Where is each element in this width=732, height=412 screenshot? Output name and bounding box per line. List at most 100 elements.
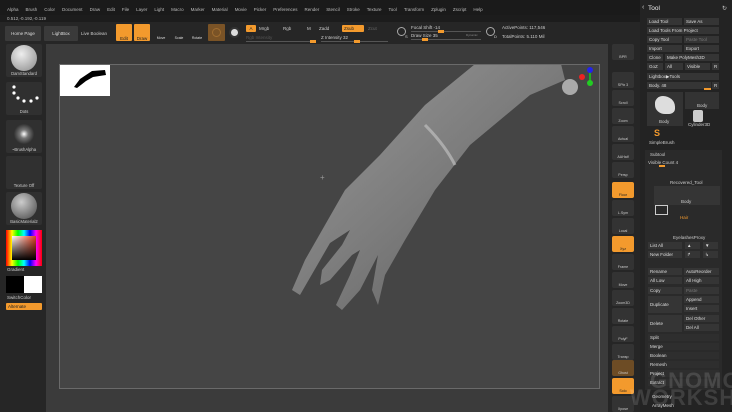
stroke-thumbnail[interactable]: Dots bbox=[6, 82, 42, 115]
move-button[interactable]: Move bbox=[154, 25, 168, 40]
menu-layer[interactable]: Layer bbox=[136, 7, 147, 15]
duplicate-button[interactable]: Duplicate bbox=[648, 296, 682, 313]
append-button[interactable]: Append bbox=[684, 296, 719, 303]
del-all-button[interactable]: Del All bbox=[684, 324, 719, 331]
remesh-menu[interactable]: Remesh bbox=[648, 361, 719, 368]
zsub-button[interactable]: Zsub bbox=[342, 25, 364, 32]
subtool-item-body[interactable]: Body bbox=[681, 199, 691, 204]
shelf-floor-button[interactable]: Floor bbox=[612, 182, 634, 198]
menu-marker[interactable]: Marker bbox=[191, 7, 205, 15]
menu-draw[interactable]: Draw bbox=[90, 7, 101, 15]
switchcolor-button[interactable]: SwitchColor bbox=[7, 295, 31, 300]
import-button[interactable]: Import bbox=[647, 45, 682, 52]
shelf-ghost-button[interactable]: Ghost bbox=[612, 360, 634, 376]
secondary-color-swatch[interactable] bbox=[24, 276, 42, 293]
subtool-item-eyelashesproxy[interactable]: EyelashesProxy bbox=[673, 235, 705, 240]
body-slider[interactable]: Body. 48 bbox=[647, 82, 711, 89]
menu-help[interactable]: Help bbox=[473, 7, 482, 15]
shelf-transp-button[interactable]: Transp bbox=[612, 344, 634, 360]
export-button[interactable]: Export bbox=[684, 45, 719, 52]
main-color-swatch[interactable] bbox=[6, 276, 24, 293]
menu-tool[interactable]: Tool bbox=[389, 7, 397, 15]
m-button[interactable]: M bbox=[307, 26, 311, 31]
shelf-scroll-button[interactable]: Scroll bbox=[612, 90, 634, 106]
alternate-button[interactable]: Alternate bbox=[6, 303, 42, 310]
menu-edit[interactable]: Edit bbox=[107, 7, 115, 15]
zcut-button[interactable]: Zcut bbox=[368, 26, 377, 31]
arrow-up-icon[interactable]: ↱ bbox=[685, 251, 700, 258]
new-folder-button[interactable]: New Folder bbox=[648, 251, 682, 258]
alpha-thumbnail[interactable]: ~BrushAlpha bbox=[6, 120, 42, 153]
shelf-frame-button[interactable]: Frame bbox=[612, 254, 634, 270]
draw-button[interactable]: Draw bbox=[134, 24, 150, 41]
material-thumbnail[interactable]: BasicMaterial2 bbox=[6, 192, 42, 225]
hand-model[interactable] bbox=[60, 65, 600, 389]
shelf-polyf-button[interactable]: PolyF bbox=[612, 326, 634, 342]
menu-picker[interactable]: Picker bbox=[254, 7, 267, 15]
sphere-icon[interactable] bbox=[229, 27, 240, 38]
menu-stencil[interactable]: Stencil bbox=[326, 7, 340, 15]
menu-render[interactable]: Render bbox=[304, 7, 319, 15]
menu-macro[interactable]: Macro bbox=[171, 7, 184, 15]
menu-transform[interactable]: Transform bbox=[404, 7, 424, 15]
goz-button[interactable]: GoZ bbox=[647, 63, 663, 70]
scale-button[interactable]: Scale bbox=[172, 25, 186, 40]
shelf-aahalf-button[interactable]: AAHalf bbox=[612, 144, 634, 160]
shelf-move-button[interactable]: Move bbox=[612, 272, 634, 288]
menu-zscript[interactable]: Zscript bbox=[453, 7, 467, 15]
autoreorder-button[interactable]: AutoReorder bbox=[684, 268, 719, 275]
all-high-button[interactable]: All High bbox=[684, 277, 719, 284]
shelf-spix-3-button[interactable]: SPix 3 bbox=[612, 72, 634, 88]
arrow-down-icon[interactable]: ↳ bbox=[703, 251, 718, 258]
menu-brush[interactable]: Brush bbox=[26, 7, 38, 15]
body-slider-handle[interactable] bbox=[704, 88, 711, 90]
shelf-persp-button[interactable]: Persp bbox=[612, 162, 634, 178]
insert-button[interactable]: Insert bbox=[684, 305, 719, 312]
menu-color[interactable]: Color bbox=[44, 7, 55, 15]
rotate-button[interactable]: Rotate bbox=[190, 25, 204, 40]
del-other-button[interactable]: Del Other bbox=[684, 315, 719, 322]
load-tools-from-project-button[interactable]: Load Tools From Project bbox=[647, 27, 719, 34]
material-swatch-button[interactable] bbox=[208, 24, 225, 41]
shelf-bpr-button[interactable]: BPR bbox=[612, 44, 634, 60]
rgb-button[interactable]: Rgb bbox=[283, 26, 291, 31]
tool-thumb-body-small[interactable]: Body bbox=[685, 92, 719, 109]
subtool-item-hair[interactable]: Hair bbox=[680, 215, 688, 220]
refresh-icon[interactable]: ↻ bbox=[722, 5, 727, 12]
dynamic-toggle[interactable]: Dynamic bbox=[466, 33, 478, 37]
paste-tool-button[interactable]: Paste Tool bbox=[684, 36, 719, 43]
edit-button[interactable]: Edit bbox=[116, 24, 132, 41]
make-polymesh3d-button[interactable]: Make PolyMesh3D bbox=[665, 54, 719, 61]
focal-shift-slider[interactable]: Focal Shift -14 bbox=[411, 25, 440, 30]
subtool-item-recovered-tool[interactable]: Recovered_Tool bbox=[670, 180, 703, 185]
rename-button[interactable]: Rename bbox=[648, 268, 682, 275]
copy-button[interactable]: Copy bbox=[648, 287, 682, 294]
clone-button[interactable]: Clone bbox=[647, 54, 663, 61]
shelf-l-sym-button[interactable]: L.Sym bbox=[612, 200, 634, 216]
document-canvas[interactable]: + bbox=[59, 64, 600, 389]
mrgb-button[interactable]: Mrgb bbox=[259, 26, 269, 31]
shelf-actual-button[interactable]: Actual bbox=[612, 126, 634, 142]
tool-thumb-cylinder3d[interactable]: Cylinder3D bbox=[688, 122, 710, 127]
color-picker[interactable] bbox=[6, 230, 42, 266]
paste-button[interactable]: Paste bbox=[684, 287, 719, 294]
shelf-zoom3d-button[interactable]: Zoom3D bbox=[612, 290, 634, 306]
tool-thumb-simplebrush[interactable]: SimpleBrush bbox=[649, 140, 675, 145]
zadd-button[interactable]: Zadd bbox=[319, 26, 329, 31]
save-as-button[interactable]: Save As bbox=[684, 18, 719, 25]
shelf-xyz-button[interactable]: Xyz bbox=[612, 236, 634, 252]
back-arrow-icon[interactable]: ‹ bbox=[642, 4, 644, 11]
split-menu[interactable]: Split bbox=[648, 334, 719, 341]
rgb-intensity-slider[interactable]: Rgb Intensity bbox=[246, 35, 272, 40]
brush-thumbnail[interactable]: DamStandard bbox=[6, 44, 42, 77]
delete-button[interactable]: Delete bbox=[648, 315, 682, 332]
list-all-button[interactable]: List All bbox=[648, 242, 682, 249]
menu-movie[interactable]: Movie bbox=[235, 7, 247, 15]
goz-all-button[interactable]: All bbox=[665, 63, 683, 70]
tool-thumb-body[interactable]: Body bbox=[647, 92, 683, 126]
menu-file[interactable]: File bbox=[122, 7, 129, 15]
navigation-cube-icon[interactable] bbox=[560, 65, 600, 105]
z-intensity-slider[interactable]: Z Intensity 32 bbox=[321, 35, 348, 40]
menu-alpha[interactable]: Alpha bbox=[7, 7, 19, 15]
menu-material[interactable]: Material bbox=[212, 7, 228, 15]
